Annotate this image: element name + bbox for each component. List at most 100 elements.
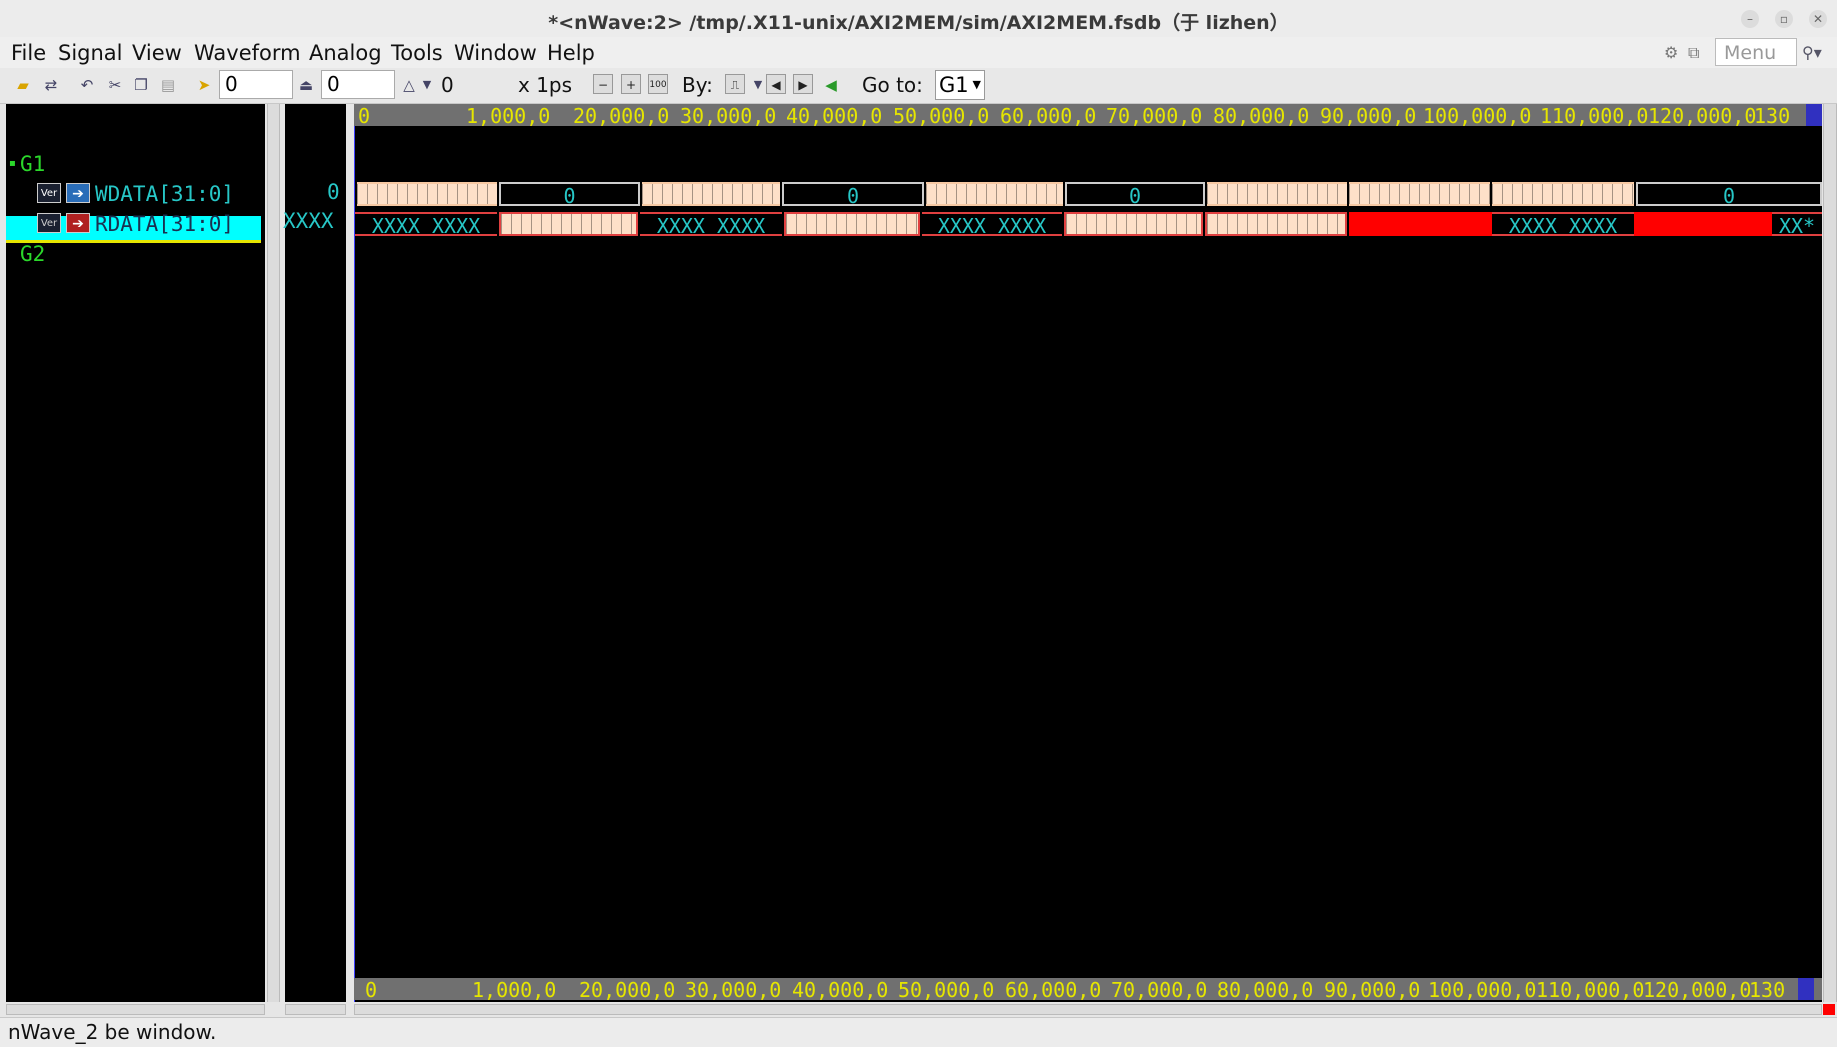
signal-name-wdata[interactable]: WDATA[31:0] [95,182,234,206]
rdata-x-segment[interactable] [1634,212,1772,236]
waveform-vertical-scrollbar[interactable] [1823,104,1837,1002]
signal-pane-scrollbar[interactable] [267,104,280,1002]
reload-icon[interactable]: ⇄ [42,76,60,94]
ruler-label: 70,000,0 [1111,978,1208,1002]
go-back-icon[interactable]: ◀ [822,76,840,94]
ruler-label: 30,000,0 [680,104,777,128]
signal-pane-hscrollbar[interactable] [6,1004,265,1015]
by-label: By: [682,73,713,97]
marker-time-input[interactable]: 0 [321,70,395,99]
menu-help[interactable]: Help [547,41,595,65]
menu-window[interactable]: Window [454,41,537,65]
ruler-label: 100,000,0 [1423,104,1532,128]
delta-value: 0 [441,73,454,97]
wdata-segment[interactable]: 0 [1065,182,1205,206]
gear-icon[interactable]: ⚙ [1664,43,1678,62]
close-button[interactable]: ✕ [1809,10,1827,28]
menu-tools[interactable]: Tools [391,41,443,65]
goto-label: Go to: [862,73,923,97]
delta-icon[interactable]: △ [400,76,418,94]
delta-dropdown-icon[interactable]: ▼ [418,76,436,94]
ruler-label: 130 [1749,978,1786,1002]
rdata-segment[interactable]: XX* [1772,212,1822,236]
signal-name-rdata[interactable]: RDATA[31:0] [95,212,234,236]
group-expand-icon[interactable]: ▪ [9,158,16,169]
menu-analog[interactable]: Analog [309,41,382,65]
menu-waveform[interactable]: Waveform [194,41,301,65]
menu-file[interactable]: File [11,41,46,65]
search-by-edge-icon[interactable]: ⎍ [725,74,745,94]
rdata-segment[interactable]: XXXX_XXXX [1492,212,1634,236]
menu-search-input[interactable]: Menu [1715,38,1797,66]
ruler-label: 130 [1754,104,1791,128]
ruler-label: 20,000,0 [579,978,676,1002]
search-forward-icon[interactable]: ▶ [793,74,813,94]
ruler-label: 50,000,0 [893,104,990,128]
time-unit-label: x 1ps [518,73,573,97]
wdata-segment[interactable] [357,182,497,206]
paste-icon[interactable]: ▤ [159,76,177,94]
cut-icon[interactable]: ✂ [106,76,124,94]
ruler-label: 0 [358,104,371,128]
zoom-in-icon[interactable]: + [621,74,641,94]
search-backward-icon[interactable]: ◀ [766,74,786,94]
ruler-label: 70,000,0 [1106,104,1203,128]
group-name-g1[interactable]: G1 [20,152,45,176]
undo-icon[interactable]: ↶ [78,76,96,94]
menu-view[interactable]: View [132,41,182,65]
wdata-value: 0 [327,180,340,204]
wdata-segment[interactable] [1207,182,1347,206]
ruler-label: 80,000,0 [1217,978,1314,1002]
wdata-segment[interactable]: 0 [1636,182,1822,206]
rdata-segment[interactable] [784,212,920,236]
search-by-dropdown-icon[interactable]: ▼ [749,76,767,94]
rdata-segment[interactable] [499,212,638,236]
value-pane-hscrollbar[interactable] [285,1004,346,1015]
wdata-segment[interactable] [1492,182,1634,206]
waveform-pane[interactable] [354,104,1822,1002]
wdata-segment[interactable] [1349,182,1490,206]
ruler-label: 40,000,0 [792,978,889,1002]
rdata-segment[interactable]: XXXX_XXXX [640,212,782,236]
ruler-label: 120,000,0 [1648,104,1757,128]
wdata-segment[interactable] [642,182,780,206]
scroll-corner-indicator [1823,1004,1835,1015]
rdata-segment[interactable] [1205,212,1347,236]
zoom-fit-icon[interactable]: 100 [648,74,668,94]
rdata-segment[interactable]: XXXX_XXXX [922,212,1062,236]
rdata-segment[interactable]: XXXX_XXXX [355,212,497,236]
window-title: *<nWave:2> /tmp/.X11-unix/AXI2MEM/sim/AX… [548,12,1289,34]
minimize-button[interactable]: – [1741,10,1759,28]
ruler-label: 20,000,0 [573,104,670,128]
open-folder-icon[interactable]: ▰ [14,76,32,94]
menu-signal[interactable]: Signal [58,41,123,65]
ruler-label: 1,000,0 [472,978,557,1002]
goto-group-select[interactable]: G1 ▼ [935,70,985,100]
search-options-icon[interactable]: ⚲▾ [1802,43,1822,62]
ruler-label: 0 [365,978,378,1002]
rdata-segment[interactable] [1064,212,1203,236]
ruler-label: 110,000,0 [1540,104,1649,128]
wdata-segment[interactable] [926,182,1063,206]
cursor-pointer-icon[interactable]: ➤ [195,76,213,94]
group-name-g2[interactable]: G2 [20,242,45,266]
zoom-out-icon[interactable]: − [593,74,613,94]
ruler-label: 80,000,0 [1213,104,1310,128]
output-port-icon: ➔ [66,213,90,233]
rdata-value: XXXX [283,209,334,233]
maximize-button[interactable]: ▫ [1775,10,1793,28]
waveform-hscrollbar[interactable] [354,1004,1822,1015]
chevron-down-icon: ▼ [972,78,981,91]
cursor-time-input[interactable]: 0 [219,70,293,99]
ruler-label: 40,000,0 [786,104,883,128]
copy-icon[interactable]: ❐ [132,76,150,94]
goto-group-value: G1 [939,73,969,97]
window-restore-icon[interactable]: ⧉ [1688,43,1699,63]
rdata-x-segment[interactable] [1349,212,1492,236]
marker-icon[interactable]: ⏏ [297,76,315,94]
cursor-line[interactable] [354,104,355,1002]
wdata-segment[interactable]: 0 [782,182,924,206]
ruler-label: 50,000,0 [898,978,995,1002]
wdata-segment[interactable]: 0 [499,182,640,206]
ruler-label: 60,000,0 [1000,104,1097,128]
